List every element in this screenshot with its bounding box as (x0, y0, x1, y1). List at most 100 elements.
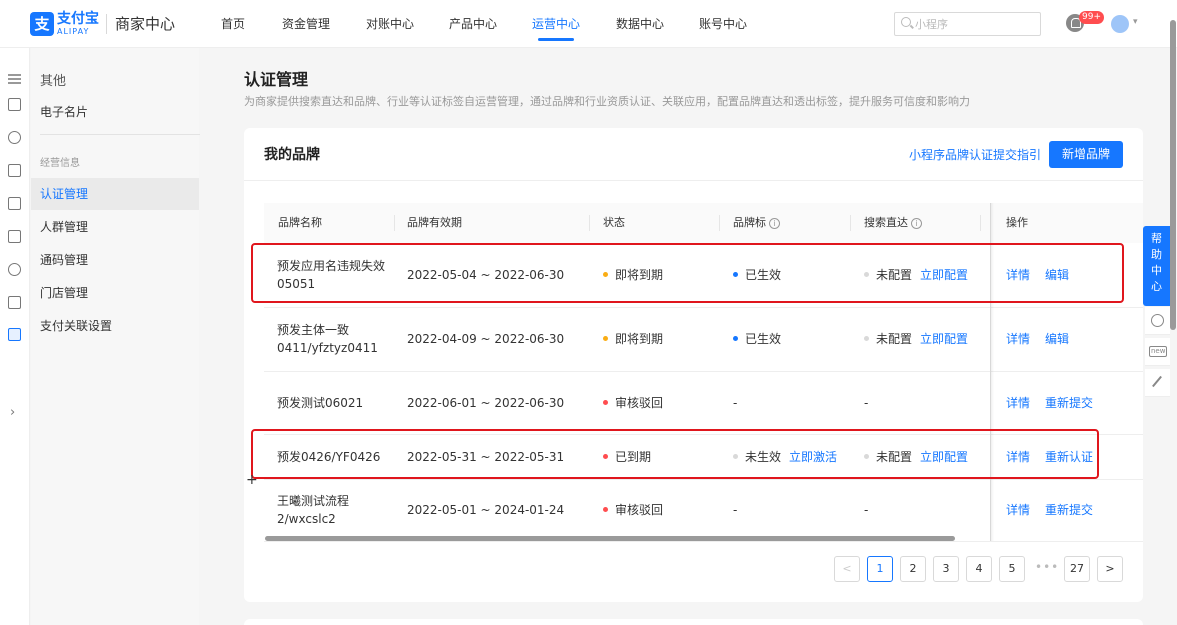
status-dot (603, 400, 608, 405)
col-status: 状态 (603, 216, 625, 229)
col-search-direct-label: 搜索直达 (864, 216, 908, 229)
headset-button[interactable] (1145, 307, 1170, 335)
col-period: 品牌有效期 (407, 216, 462, 229)
brand-name: 预发测试06021 (277, 396, 364, 410)
feedback-button[interactable] (1145, 369, 1170, 397)
table-row: 预发主体一致 0411/yfztyz0411 2022-04-09 ~ 2022… (264, 308, 1143, 372)
col-separator (589, 215, 590, 231)
nav-data[interactable]: 数据中心 (616, 16, 664, 32)
sidemenu-divider (40, 134, 200, 135)
page-button[interactable]: 3 (933, 556, 959, 582)
help-center-button[interactable]: 帮 助 中 心 (1143, 226, 1170, 306)
horizontal-scrollbar[interactable] (265, 536, 955, 541)
search-text: - (864, 503, 869, 517)
sidemenu-other[interactable]: 其他 (40, 70, 66, 89)
nav-operations[interactable]: 运营中心 (532, 16, 580, 32)
col-separator (394, 215, 395, 231)
brand-card: 我的品牌 小程序品牌认证提交指引 新增品牌 品牌名称 品牌有效期 状态 品牌标 i… (244, 128, 1143, 602)
search-input[interactable] (915, 15, 1035, 33)
page-button[interactable]: 5 (999, 556, 1025, 582)
compass-icon[interactable] (8, 131, 21, 144)
detail-link[interactable]: 详情 (1006, 501, 1030, 519)
nav-account[interactable]: 账号中心 (699, 16, 747, 32)
nav-funds[interactable]: 资金管理 (282, 16, 330, 32)
brand-mark-text: - (733, 396, 738, 410)
nav-reconciliation[interactable]: 对账中心 (366, 16, 414, 32)
detail-link[interactable]: 详情 (1006, 394, 1030, 412)
side-menu: 其他 电子名片 经营信息 认证管理 人群管理 通码管理 门店管理 支付关联设置 (31, 48, 200, 625)
crosshair-cursor-icon: + (246, 472, 258, 488)
sidemenu-item-payment-link[interactable]: 支付关联设置 (31, 310, 199, 342)
resubmit-link[interactable]: 重新提交 (1045, 394, 1093, 412)
next-page-button[interactable]: > (1097, 556, 1123, 582)
table-header: 品牌名称 品牌有效期 状态 品牌标 i 搜索直达 i 操作 (264, 203, 1143, 243)
nav-active-indicator (538, 38, 574, 41)
prev-page-button[interactable]: < (834, 556, 860, 582)
next-card (244, 619, 1143, 625)
brand-mark-cell: 已生效 (733, 330, 781, 348)
nav-home[interactable]: 首页 (221, 16, 245, 32)
page-title: 认证管理 (244, 70, 309, 89)
list-icon[interactable] (8, 230, 21, 243)
search-text: - (864, 396, 869, 410)
brand-mark-dot (733, 336, 738, 341)
table-row: 王曦测试流程 2/wxcslc2 2022-05-01 ~ 2024-01-24… (264, 480, 1143, 542)
detail-link[interactable]: 详情 (1006, 330, 1030, 348)
vertical-scrollbar[interactable] (1170, 20, 1176, 330)
page-ellipsis[interactable]: ••• (1035, 560, 1059, 574)
configure-link[interactable]: 立即配置 (920, 332, 968, 346)
expand-chevron-icon[interactable]: › (10, 405, 15, 420)
add-brand-button[interactable]: 新增品牌 (1049, 141, 1123, 168)
col-separator (980, 215, 981, 231)
page-button[interactable]: 2 (900, 556, 926, 582)
target-icon[interactable] (8, 263, 21, 276)
page-button[interactable]: 4 (966, 556, 992, 582)
search-dot (864, 336, 869, 341)
search-direct-cell: 未配置 立即配置 (864, 330, 968, 348)
whats-new-button[interactable]: new (1145, 338, 1170, 366)
icon-rail: › (0, 48, 30, 625)
help-char: 助 (1151, 248, 1162, 261)
operations-icon[interactable] (8, 328, 21, 341)
avatar[interactable] (1111, 15, 1129, 33)
menu-icon[interactable] (8, 72, 21, 85)
resubmit-link[interactable]: 重新提交 (1045, 501, 1093, 519)
sidemenu-item-crowd[interactable]: 人群管理 (31, 211, 199, 243)
highlight-box (251, 243, 1124, 303)
document-icon[interactable] (8, 164, 21, 177)
logo-subtext: ALIPAY (57, 27, 90, 36)
status-cell: 即将到期 (603, 330, 663, 348)
brand-period: 2022-04-09 ~ 2022-06-30 (407, 332, 565, 346)
wallet-icon[interactable] (8, 296, 21, 309)
nav-products[interactable]: 产品中心 (449, 16, 497, 32)
brand-name-line1: 王曦测试流程 (277, 494, 350, 508)
search-icon (901, 17, 911, 27)
col-brand-name: 品牌名称 (278, 216, 322, 229)
status-text: 审核驳回 (615, 503, 664, 517)
page-button[interactable]: 1 (867, 556, 893, 582)
sidemenu-group-label: 经营信息 (40, 158, 80, 169)
search-text: 未配置 (876, 332, 913, 346)
card-title: 我的品牌 (264, 147, 320, 163)
brand-mark-text: - (733, 503, 738, 517)
sidemenu-item-business-card[interactable]: 电子名片 (31, 96, 199, 128)
alipay-logo-icon[interactable]: 支 (30, 12, 54, 36)
dashboard-icon[interactable] (8, 98, 21, 111)
sidemenu-item-store[interactable]: 门店管理 (31, 277, 199, 309)
brand-period: 2022-06-01 ~ 2022-06-30 (407, 396, 565, 410)
brand-name-line1: 预发主体一致 (277, 323, 350, 337)
gift-icon[interactable] (8, 197, 21, 210)
guide-link[interactable]: 小程序品牌认证提交指引 (909, 147, 1041, 163)
sidemenu-item-code[interactable]: 通码管理 (31, 244, 199, 276)
page-button[interactable]: 27 (1064, 556, 1090, 582)
status-cell: 审核驳回 (603, 501, 663, 519)
new-icon: new (1149, 346, 1168, 357)
sidemenu-item-certification[interactable]: 认证管理 (31, 178, 199, 210)
brand-name-line2: 2/wxcslc2 (277, 512, 336, 526)
search-box[interactable] (894, 12, 1041, 36)
edit-link[interactable]: 编辑 (1045, 330, 1069, 348)
info-icon[interactable]: i (911, 217, 922, 229)
logo-divider (106, 14, 107, 34)
info-icon[interactable]: i (769, 217, 780, 229)
chevron-down-icon[interactable]: ▾ (1133, 17, 1138, 27)
